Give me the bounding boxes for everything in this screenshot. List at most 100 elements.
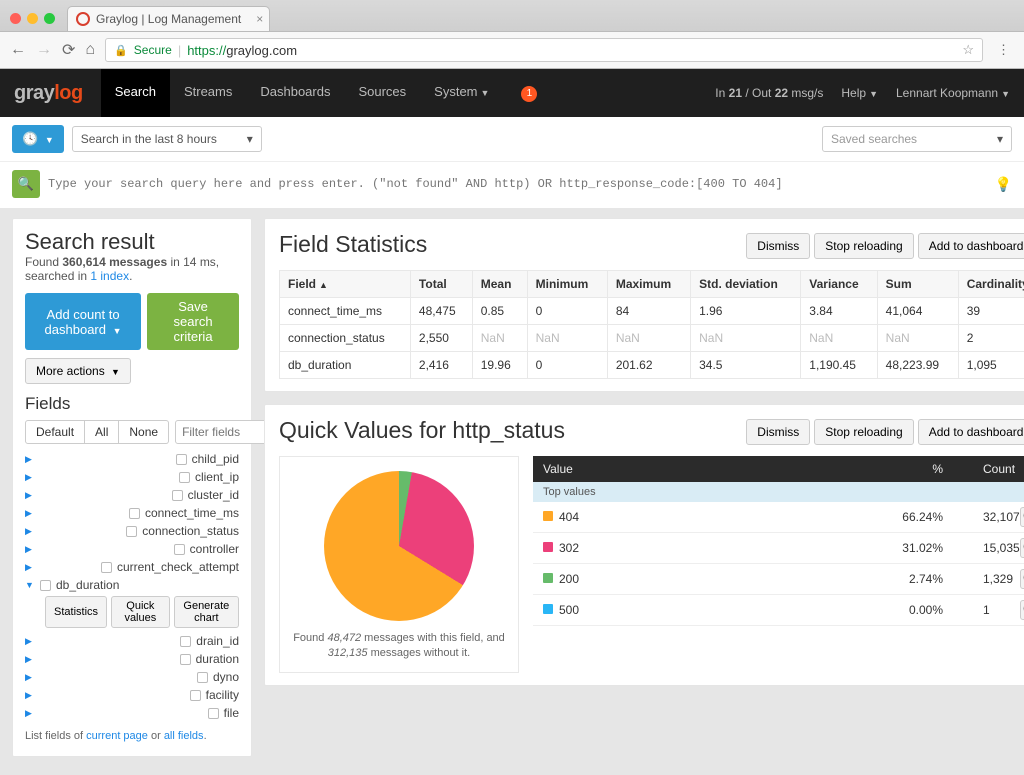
- nav-notifications[interactable]: 1: [503, 69, 551, 117]
- expand-icon[interactable]: [25, 508, 124, 519]
- expand-icon[interactable]: [25, 490, 167, 501]
- index-link[interactable]: 1 index: [90, 269, 129, 283]
- reload-button[interactable]: ⟳: [62, 40, 75, 60]
- all-fields-link[interactable]: all fields: [164, 730, 204, 742]
- field-checkbox[interactable]: [126, 526, 137, 537]
- legend-swatch-icon: [543, 573, 553, 583]
- field-quickvalues-button[interactable]: Quick values: [111, 596, 170, 628]
- add-to-dashboard-button[interactable]: Add to dashboard ▼: [918, 233, 1024, 259]
- main-nav: Search Streams Dashboards Sources System…: [101, 69, 552, 117]
- expand-icon[interactable]: [25, 526, 121, 537]
- time-range-type-button[interactable]: 🕓 ▼: [12, 125, 64, 153]
- throughput-indicator: In 21 / Out 22 msg/s: [715, 86, 823, 100]
- qv-row: 5000.00%1🔍: [533, 595, 1024, 626]
- expand-icon[interactable]: [25, 690, 185, 701]
- field-checkbox[interactable]: [190, 690, 201, 701]
- col-max[interactable]: Maximum: [607, 271, 690, 298]
- expand-icon[interactable]: [25, 708, 203, 719]
- stop-reloading-button[interactable]: Stop reloading: [814, 233, 913, 259]
- zoom-icon[interactable]: 🔍: [1020, 507, 1024, 527]
- add-to-dashboard-button[interactable]: Add to dashboard ▼: [918, 419, 1024, 445]
- field-statistics-button[interactable]: Statistics: [45, 596, 107, 628]
- field-item: drain_id: [25, 632, 239, 650]
- time-range-select[interactable]: Search in the last 8 hours▾: [72, 126, 262, 152]
- dismiss-button[interactable]: Dismiss: [746, 233, 810, 259]
- col-std[interactable]: Std. deviation: [691, 271, 801, 298]
- field-checkbox[interactable]: [197, 672, 208, 683]
- col-min[interactable]: Minimum: [527, 271, 607, 298]
- col-card[interactable]: Cardinality: [958, 271, 1024, 298]
- field-checkbox[interactable]: [101, 562, 112, 573]
- col-var[interactable]: Variance: [801, 271, 877, 298]
- expand-icon[interactable]: [25, 672, 192, 683]
- current-page-link[interactable]: current page: [86, 730, 148, 742]
- home-button[interactable]: ⌂: [85, 41, 95, 59]
- maximize-window-icon[interactable]: [44, 13, 55, 24]
- expand-icon[interactable]: [25, 544, 169, 555]
- expand-icon[interactable]: [25, 562, 96, 573]
- expand-icon[interactable]: [25, 472, 174, 483]
- nav-search[interactable]: Search: [101, 69, 170, 117]
- fields-tab-all[interactable]: All: [85, 420, 119, 444]
- back-button[interactable]: ←: [10, 41, 26, 59]
- expand-icon[interactable]: [25, 654, 175, 665]
- zoom-icon[interactable]: 🔍: [1020, 600, 1024, 620]
- chart-caption: Found 48,472 messages with this field, a…: [290, 631, 508, 662]
- nav-dashboards[interactable]: Dashboards: [246, 69, 344, 117]
- col-value[interactable]: Value: [543, 462, 823, 476]
- stop-reloading-button[interactable]: Stop reloading: [814, 419, 913, 445]
- nav-sources[interactable]: Sources: [344, 69, 420, 117]
- col-sum[interactable]: Sum: [877, 271, 958, 298]
- fields-filter-input[interactable]: [175, 420, 275, 444]
- field-checkbox[interactable]: [176, 454, 187, 465]
- help-menu[interactable]: Help▼: [841, 86, 878, 100]
- zoom-icon[interactable]: 🔍: [1020, 538, 1024, 558]
- collapse-icon[interactable]: [25, 580, 35, 590]
- forward-button[interactable]: →: [36, 41, 52, 59]
- fields-tab-default[interactable]: Default: [25, 420, 85, 444]
- search-query-input[interactable]: [48, 177, 987, 191]
- saved-searches-select[interactable]: Saved searches▾: [822, 126, 1012, 152]
- field-checkbox[interactable]: [180, 636, 191, 647]
- field-checkbox[interactable]: [129, 508, 140, 519]
- field-checkbox[interactable]: [172, 490, 183, 501]
- zoom-icon[interactable]: 🔍: [1020, 569, 1024, 589]
- field-checkbox[interactable]: [208, 708, 219, 719]
- field-checkbox[interactable]: [40, 580, 51, 591]
- browser-menu-icon[interactable]: ⋮: [993, 42, 1014, 58]
- tab-bar: Graylog | Log Management ×: [0, 0, 1024, 31]
- minimize-window-icon[interactable]: [27, 13, 38, 24]
- save-search-button[interactable]: Save search criteria: [147, 293, 239, 350]
- search-submit-button[interactable]: 🔍: [12, 170, 40, 198]
- col-count[interactable]: Count: [943, 462, 1024, 476]
- bookmark-icon[interactable]: ☆: [962, 42, 974, 58]
- more-actions-button[interactable]: More actions ▼: [25, 358, 131, 384]
- field-generatechart-button[interactable]: Generate chart: [174, 596, 239, 628]
- field-checkbox[interactable]: [174, 544, 185, 555]
- col-field[interactable]: Field▲: [280, 271, 411, 298]
- add-count-dashboard-button[interactable]: Add count to dashboard ▼: [25, 293, 141, 350]
- field-item: duration: [25, 650, 239, 668]
- user-menu[interactable]: Lennart Koopmann▼: [896, 86, 1010, 100]
- close-tab-icon[interactable]: ×: [256, 12, 263, 26]
- col-mean[interactable]: Mean: [472, 271, 527, 298]
- fields-title: Fields: [25, 394, 239, 414]
- col-total[interactable]: Total: [410, 271, 472, 298]
- expand-icon[interactable]: [25, 454, 171, 465]
- brand-logo[interactable]: graylog: [14, 82, 83, 105]
- fields-tab-none[interactable]: None: [119, 420, 169, 444]
- expand-icon[interactable]: [25, 636, 175, 647]
- nav-streams[interactable]: Streams: [170, 69, 246, 117]
- field-checkbox[interactable]: [180, 654, 191, 665]
- dismiss-button[interactable]: Dismiss: [746, 419, 810, 445]
- col-percent[interactable]: %: [823, 462, 943, 476]
- field-checkbox[interactable]: [179, 472, 190, 483]
- browser-tab[interactable]: Graylog | Log Management ×: [67, 6, 270, 31]
- nav-system[interactable]: System▼: [420, 69, 503, 117]
- window-controls: [10, 13, 55, 24]
- hint-icon[interactable]: 💡: [995, 176, 1012, 193]
- fields-list: child_pid client_ip cluster_id connect_t…: [25, 450, 239, 722]
- url-field[interactable]: 🔒 Secure | https://graylog.com ☆: [105, 38, 983, 62]
- address-bar: ← → ⟳ ⌂ 🔒 Secure | https://graylog.com ☆…: [0, 31, 1024, 68]
- close-window-icon[interactable]: [10, 13, 21, 24]
